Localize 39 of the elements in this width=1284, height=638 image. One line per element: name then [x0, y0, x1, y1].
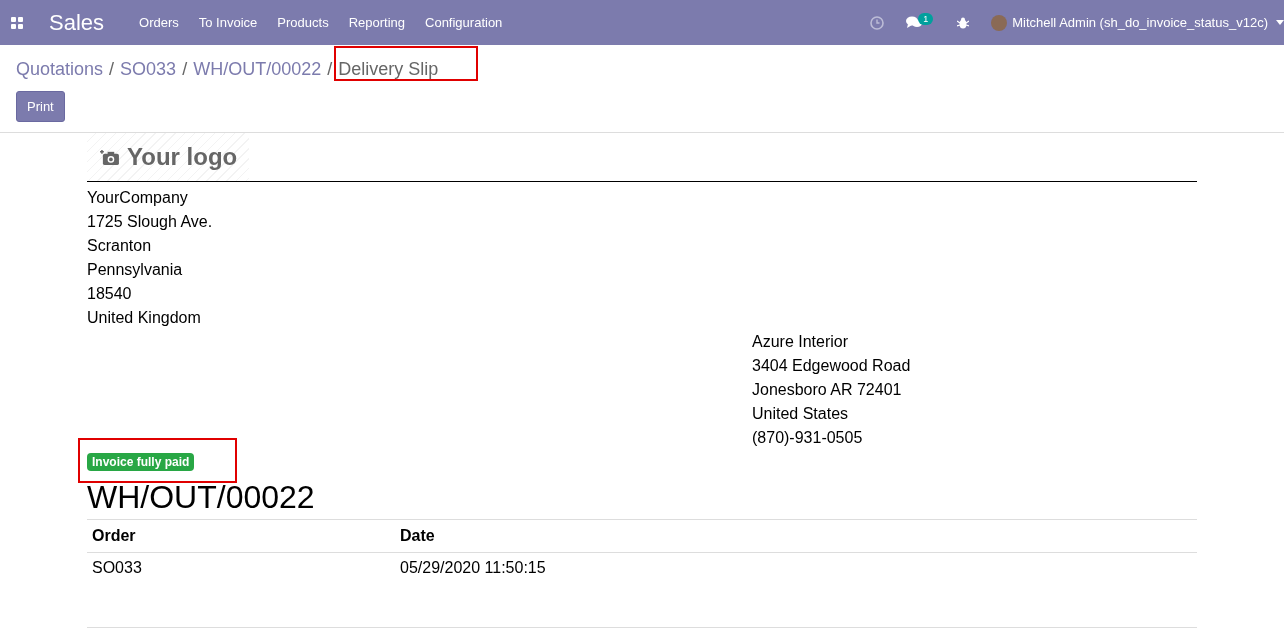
column-header: Order: [87, 519, 395, 553]
apps-menu-icon[interactable]: [11, 16, 23, 29]
table-cell: 05/29/2020 11:50:15: [395, 552, 1197, 583]
invoice-status-badge: Invoice fully paid: [87, 453, 195, 471]
company-address-line: Pennsylvania: [87, 260, 184, 280]
menu-link[interactable]: To Invoice: [198, 15, 258, 30]
company-address-line: United Kingdom: [87, 308, 202, 328]
clock-icon[interactable]: [870, 15, 885, 30]
breadcrumb-separator: /: [327, 58, 333, 80]
customer-address-line: Azure Interior: [752, 332, 850, 352]
company-address-line: 1725 Slough Ave.: [87, 212, 214, 232]
menu-link[interactable]: Reporting: [348, 15, 405, 30]
table-cell: SO033: [87, 552, 395, 583]
camera-icon: [99, 148, 120, 166]
breadcrumb-link[interactable]: Quotations: [16, 58, 104, 80]
breadcrumb-separator: /: [182, 58, 188, 80]
company-address-line: YourCompany: [87, 188, 189, 208]
company-address-line: Scranton: [87, 236, 153, 256]
message-count-badge: 1: [918, 12, 934, 25]
logo-text: Your logo: [127, 143, 238, 171]
print-button[interactable]: Print: [16, 91, 65, 122]
breadcrumb-current: Delivery Slip: [338, 58, 439, 79]
user-menu[interactable]: Mitchell Admin (sh_do_invoice_status_v12c): [1012, 15, 1268, 30]
caret-icon[interactable]: [1276, 20, 1284, 25]
menu-link[interactable]: Configuration: [425, 15, 503, 30]
app-title: Sales: [49, 9, 105, 36]
bug-icon[interactable]: [957, 16, 970, 29]
breadcrumb-link[interactable]: SO033: [120, 58, 177, 80]
customer-address-line: United States: [752, 404, 850, 424]
breadcrumb-link[interactable]: WH/OUT/00022: [193, 58, 322, 80]
column-header: Date: [395, 519, 1197, 553]
customer-address-line: 3404 Edgewood Road: [752, 356, 912, 376]
delivery-title: WH/OUT/00022: [87, 478, 316, 517]
customer-address-line: (870)-931-0505: [752, 428, 864, 448]
customer-address-line: Jonesboro AR 72401: [752, 380, 903, 400]
breadcrumb-separator: /: [109, 58, 115, 80]
menu-link[interactable]: Products: [277, 15, 329, 30]
company-address-line: 18540: [87, 284, 133, 304]
menu-link[interactable]: Orders: [139, 15, 179, 30]
